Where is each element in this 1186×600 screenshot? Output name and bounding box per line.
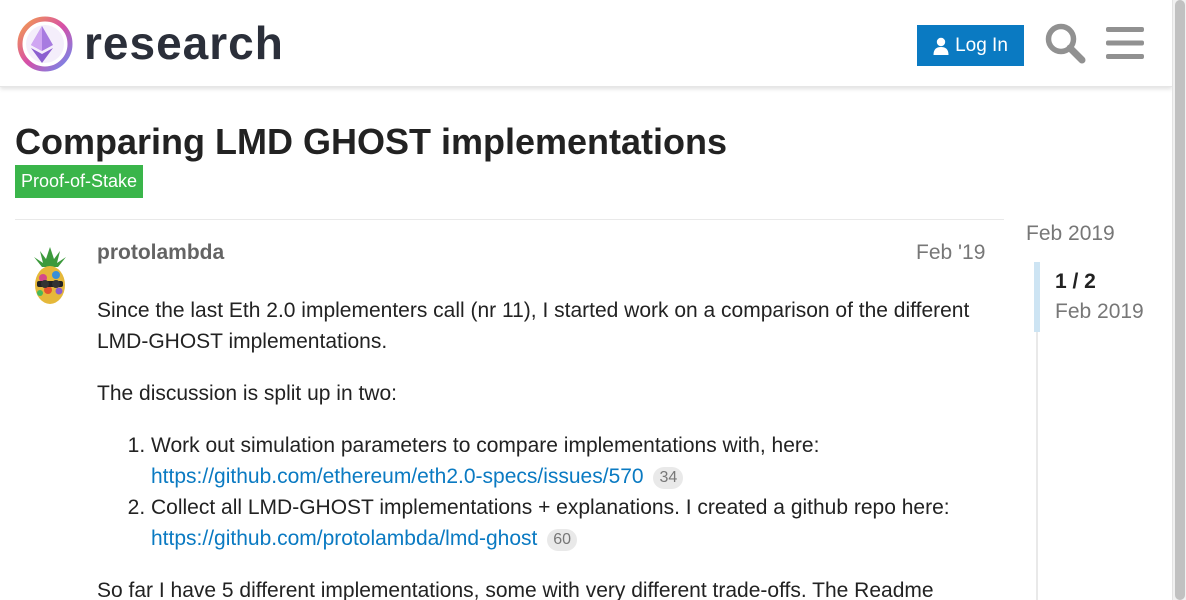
- list-item: Work out simulation parameters to compar…: [151, 430, 997, 492]
- site-header: research Log In: [0, 0, 1172, 87]
- post-date[interactable]: Feb '19: [916, 240, 985, 266]
- post-list: Work out simulation parameters to compar…: [97, 430, 997, 554]
- hamburger-menu-icon[interactable]: [1106, 26, 1144, 60]
- click-count-badge: 34: [653, 467, 684, 489]
- post-body: Since the last Eth 2.0 implementers call…: [97, 295, 997, 600]
- brand-name[interactable]: research: [84, 15, 284, 71]
- user-icon: [933, 37, 949, 55]
- pineapple-avatar-icon: [34, 247, 66, 304]
- list-item-text: Work out simulation parameters to compar…: [151, 434, 820, 457]
- search-icon[interactable]: [1044, 22, 1086, 64]
- click-count-badge: 60: [547, 529, 578, 551]
- github-repo-link[interactable]: https://github.com/protolambda/lmd-ghost: [151, 527, 537, 550]
- user-avatar[interactable]: [26, 245, 74, 307]
- page-scrollbar[interactable]: [1172, 0, 1186, 600]
- post-author[interactable]: protolambda: [97, 240, 224, 266]
- ethereum-logo-icon[interactable]: [16, 15, 74, 73]
- timeline-handle[interactable]: [1034, 262, 1040, 332]
- timeline-position: 1 / 2: [1055, 270, 1096, 293]
- topic-title[interactable]: Comparing LMD GHOST implementations: [15, 120, 727, 164]
- topic-divider: [15, 219, 1004, 220]
- category-badge[interactable]: Proof-of-Stake: [15, 165, 144, 198]
- list-item: Collect all LMD-GHOST implementations + …: [151, 492, 997, 554]
- list-item-text: Collect all LMD-GHOST implementations + …: [151, 496, 950, 519]
- timeline-start-date[interactable]: Feb 2019: [1026, 220, 1115, 248]
- timeline-current-date: Feb 2019: [1055, 300, 1144, 323]
- login-label: Log In: [955, 34, 1008, 56]
- login-button[interactable]: Log In: [917, 25, 1024, 66]
- post-paragraph-continuation: So far I have 5 different implementation…: [97, 579, 934, 600]
- scrollbar-thumb[interactable]: [1175, 0, 1185, 600]
- post-paragraph-split: The discussion is split up in two:: [97, 382, 397, 405]
- post-paragraph-intro: Since the last Eth 2.0 implementers call…: [97, 299, 970, 353]
- github-issue-link[interactable]: https://github.com/ethereum/eth2.0-specs…: [151, 465, 644, 488]
